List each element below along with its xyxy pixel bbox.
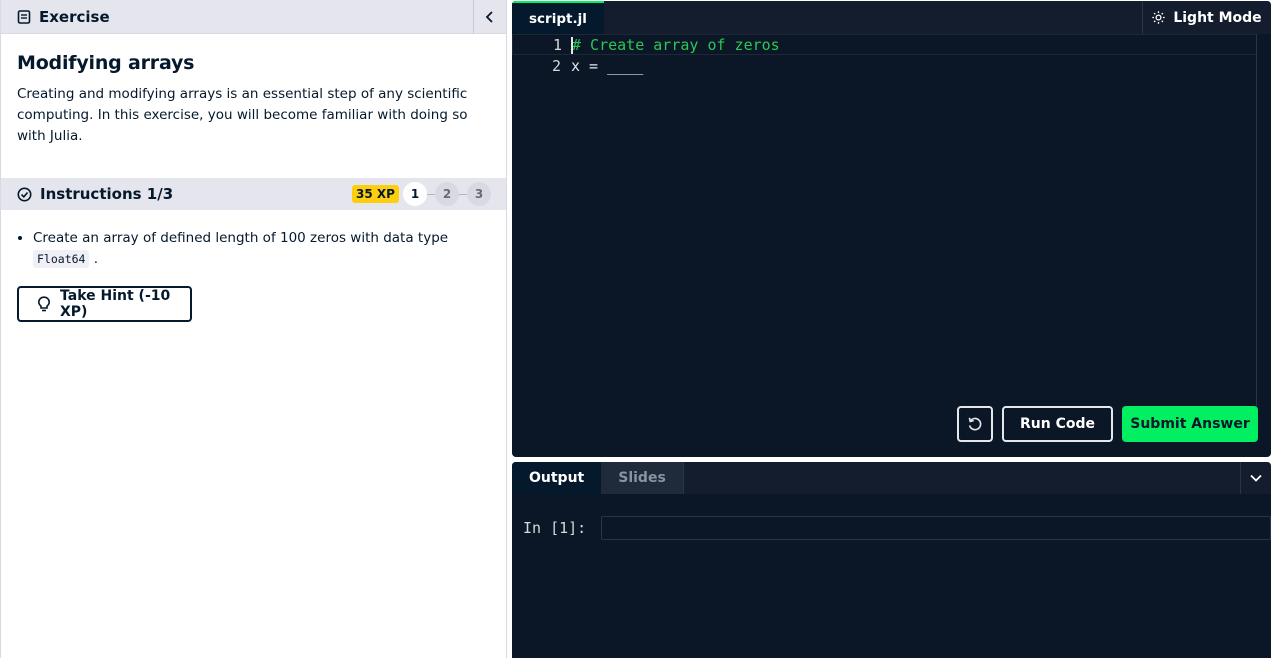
- code-text: x = ____: [571, 56, 644, 75]
- document-icon: [17, 9, 31, 24]
- collapse-panel-button[interactable]: [473, 0, 506, 34]
- light-mode-label: Light Mode: [1173, 9, 1262, 26]
- reset-button[interactable]: [957, 406, 993, 442]
- instructions-list: Create an array of defined length of 100…: [17, 228, 490, 270]
- tab-output[interactable]: Output: [512, 462, 602, 494]
- check-circle-icon: [17, 187, 32, 202]
- exercise-title: Modifying arrays: [17, 52, 195, 74]
- light-mode-toggle[interactable]: Light Mode: [1142, 1, 1271, 34]
- line-number: 1: [552, 35, 562, 54]
- editor-tab-bar: script.jl Light Mode: [512, 1, 1271, 34]
- console-tab-bar: Output Slides: [512, 462, 1271, 494]
- submit-answer-button[interactable]: Submit Answer: [1122, 406, 1258, 442]
- instructions-header: Instructions 1/3 35 XP 1 2 3: [1, 178, 506, 210]
- chevron-left-icon: [485, 11, 495, 23]
- step-3[interactable]: 3: [467, 182, 491, 206]
- exercise-panel: Exercise Modifying arrays Creating and m…: [0, 0, 507, 658]
- instructions-body: Create an array of defined length of 100…: [1, 210, 506, 322]
- code-input-area[interactable]: 1 # Create array of zeros 2 x = ____: [512, 34, 1257, 414]
- step-2[interactable]: 2: [435, 182, 459, 206]
- step-separator: [427, 193, 435, 195]
- step-indicator: 1 2 3: [403, 182, 491, 206]
- console-input[interactable]: [601, 516, 1271, 540]
- console-prompt-row: In [1]:: [523, 516, 1271, 540]
- reset-icon: [967, 416, 983, 432]
- instruction-item: Create an array of defined length of 100…: [33, 228, 490, 270]
- console-collapse-button[interactable]: [1240, 462, 1271, 494]
- exercise-description: Creating and modifying arrays is an esse…: [17, 86, 468, 144]
- take-hint-label: Take Hint (-10 XP): [60, 288, 171, 320]
- editor-scrollbar[interactable]: [1256, 34, 1257, 434]
- instruction-text: Create an array of defined length of 100…: [33, 230, 449, 246]
- exercise-header-title: Exercise: [39, 7, 110, 26]
- code-line: 1 # Create array of zeros: [512, 34, 1257, 55]
- instructions-title: Instructions 1/3: [40, 185, 174, 203]
- tab-script-file[interactable]: script.jl: [512, 1, 604, 34]
- output-console: Output Slides In [1]:: [512, 462, 1271, 658]
- step-1[interactable]: 1: [403, 182, 427, 206]
- tab-slides[interactable]: Slides: [601, 462, 684, 494]
- lightbulb-icon: [37, 296, 51, 312]
- take-hint-button[interactable]: Take Hint (-10 XP): [17, 286, 192, 322]
- exercise-header: Exercise: [1, 0, 506, 34]
- line-number: 2: [551, 56, 561, 75]
- instruction-code: Float64: [33, 250, 90, 268]
- run-code-button[interactable]: Run Code: [1002, 406, 1113, 442]
- text-cursor: [571, 37, 573, 54]
- editor-actions: Run Code Submit Answer: [957, 406, 1258, 442]
- exercise-body: Modifying arrays Creating and modifying …: [1, 34, 506, 178]
- code-text: # Create array of zeros: [572, 35, 780, 54]
- instruction-end: .: [93, 251, 99, 267]
- code-editor: script.jl Light Mode 1 # Create array of…: [512, 1, 1271, 457]
- sun-icon: [1152, 11, 1166, 24]
- chevron-down-icon: [1250, 474, 1262, 482]
- console-prompt: In [1]:: [523, 519, 587, 537]
- step-separator: [459, 193, 467, 195]
- xp-badge: 35 XP: [352, 185, 399, 203]
- code-line: 2 x = ____: [512, 55, 1257, 76]
